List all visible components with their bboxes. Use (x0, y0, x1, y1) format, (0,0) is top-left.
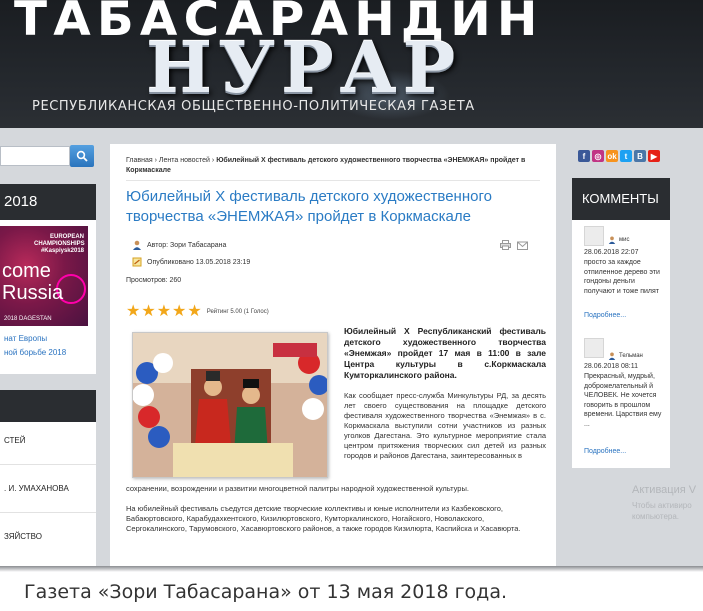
comment-user: мис (608, 236, 629, 244)
user-icon (133, 240, 141, 250)
screenshot: ТАБАСАРАНДИН НУРАР РЕСПУБЛИКАНСКАЯ ОБЩЕС… (0, 0, 703, 570)
article-title[interactable]: Юбилейный X фестиваль детского художеств… (126, 187, 546, 227)
comments-widget: КОММЕНТЫ мис 28.06.2018 22:07 просто за … (572, 178, 670, 468)
odnoklassniki-icon[interactable]: ok (606, 150, 618, 162)
header-main-title[interactable]: НУРАР (146, 33, 461, 103)
social-links: f ◎ ok t В ▶ (578, 150, 660, 162)
comment-read-more-link[interactable]: Подробнее... (584, 312, 626, 319)
article-paragraph: Как сообщает пресс-служба Минкультуры РД… (344, 391, 546, 460)
article-views: Просмотров: 260 (126, 277, 181, 284)
star-icon[interactable]: ★ (157, 304, 171, 320)
banner-foot-text: 2018 DAGESTAN (4, 316, 52, 322)
youtube-icon[interactable]: ▶ (648, 150, 660, 162)
star-icon[interactable]: ★ (141, 304, 155, 320)
divider (0, 512, 96, 513)
article-author-text: Автор: Зори Табасарана (147, 241, 227, 249)
user-icon (608, 352, 616, 360)
search-icon (76, 150, 88, 162)
divider (0, 464, 96, 465)
banner-headline: come Russia (2, 260, 64, 304)
sidebar-card-title: 2018 (0, 184, 96, 220)
search-button[interactable] (70, 145, 94, 167)
breadcrumb-separator: › (154, 157, 157, 164)
sidebar-menu-header (0, 390, 96, 422)
star-icon[interactable]: ★ (172, 304, 186, 320)
article-author: Автор: Зори Табасарана (132, 240, 226, 250)
sidebar-card-menu: СТЕЙ . И. УМАХАНОВА ЗЯЙСТВО (0, 390, 96, 570)
avatar (584, 338, 604, 358)
calendar-icon (132, 257, 142, 267)
banner-top-text: EUROPEAN CHAMPIONSHIPS #Kaspiysk2018 (34, 234, 85, 254)
page-content: 2018 EUROPEAN CHAMPIONSHIPS #Kaspiysk201… (0, 128, 703, 570)
site-header: ТАБАСАРАНДИН НУРАР РЕСПУБЛИКАНСКАЯ ОБЩЕС… (0, 0, 703, 128)
sidebar-link-wrestling[interactable]: ной борьбе 2018 (4, 348, 66, 357)
sidebar-card-championship: 2018 EUROPEAN CHAMPIONSHIPS #Kaspiysk201… (0, 184, 96, 374)
twitter-icon[interactable]: t (620, 150, 632, 162)
screenshot-shadow (0, 566, 703, 572)
article-paragraph: сохранении, возрождении и развитии много… (126, 484, 469, 493)
championship-banner[interactable]: EUROPEAN CHAMPIONSHIPS #Kaspiysk2018 com… (0, 226, 88, 326)
activation-watermark-text: Чтобы активиро компьютера. (632, 501, 692, 521)
sidebar-menu-item-umakhanov[interactable]: . И. УМАХАНОВА (4, 484, 69, 493)
header-subtitle: РЕСПУБЛИКАНСКАЯ ОБЩЕСТВЕННО-ПОЛИТИЧЕСКАЯ… (32, 99, 475, 114)
comment-text: просто за каждое отпиленное дерево эти г… (584, 259, 660, 295)
sidebar-menu-item-news[interactable]: СТЕЙ (4, 436, 25, 445)
user-icon (608, 236, 616, 244)
sidebar-link-championship[interactable]: нат Европы (4, 334, 47, 343)
article-published-text: Опубликовано 13.05.2018 23:19 (147, 258, 251, 266)
facebook-icon[interactable]: f (578, 150, 590, 162)
comment-read-more-link[interactable]: Подробнее... (584, 448, 626, 455)
article-photo[interactable] (132, 332, 328, 478)
star-icon[interactable]: ★ (126, 304, 140, 320)
comment-date: 28.06.2018 22:07 (584, 249, 639, 256)
breadcrumb-feed[interactable]: Лента новостей (159, 157, 210, 164)
rating-stars: ★ ★ ★ ★ ★ Рейтинг 5.00 (1 Голос) (126, 304, 269, 320)
vk-icon[interactable]: В (634, 150, 646, 162)
left-sidebar: 2018 EUROPEAN CHAMPIONSHIPS #Kaspiysk201… (0, 144, 100, 570)
article-actions (500, 240, 528, 250)
article-views-text: Просмотров: 260 (126, 277, 182, 284)
print-icon[interactable] (500, 240, 511, 250)
instagram-icon[interactable]: ◎ (592, 150, 604, 162)
comment-date: 28.06.2018 08:11 (584, 363, 638, 370)
article-paragraph: На юбилейный фестиваль съедутся детские … (126, 504, 521, 533)
comments-title: КОММЕНТЫ (572, 178, 670, 220)
comment-user: Тельман (608, 352, 643, 360)
comment-user-name[interactable]: Тельман (619, 353, 643, 359)
breadcrumb: Главная › Лента новостей › Юбилейный X ф… (126, 156, 546, 176)
avatar (584, 226, 604, 246)
breadcrumb-separator: › (211, 157, 215, 164)
divider (126, 180, 540, 181)
activation-watermark-title: Активация V (632, 484, 697, 496)
email-icon[interactable] (517, 240, 528, 250)
article-panel: Главная › Лента новостей › Юбилейный X ф… (110, 144, 556, 570)
breadcrumb-home[interactable]: Главная (126, 157, 153, 164)
comment-user-name[interactable]: мис (619, 237, 629, 243)
article-lead: Юбилейный X Республиканский фестиваль де… (344, 326, 546, 380)
search-input[interactable] (0, 146, 70, 166)
festival-photo (133, 333, 327, 477)
sidebar-menu-item-economy[interactable]: ЗЯЙСТВО (4, 532, 42, 541)
star-icon[interactable]: ★ (187, 304, 201, 320)
article-published: Опубликовано 13.05.2018 23:19 (132, 257, 250, 267)
image-caption: Газета «Зори Табасарана» от 13 мая 2018 … (24, 581, 507, 603)
rating-text: Рейтинг 5.00 (1 Голос) (206, 309, 269, 315)
comment-text: Прекрасный, мудрый, доброжелательный й Ч… (584, 373, 662, 428)
